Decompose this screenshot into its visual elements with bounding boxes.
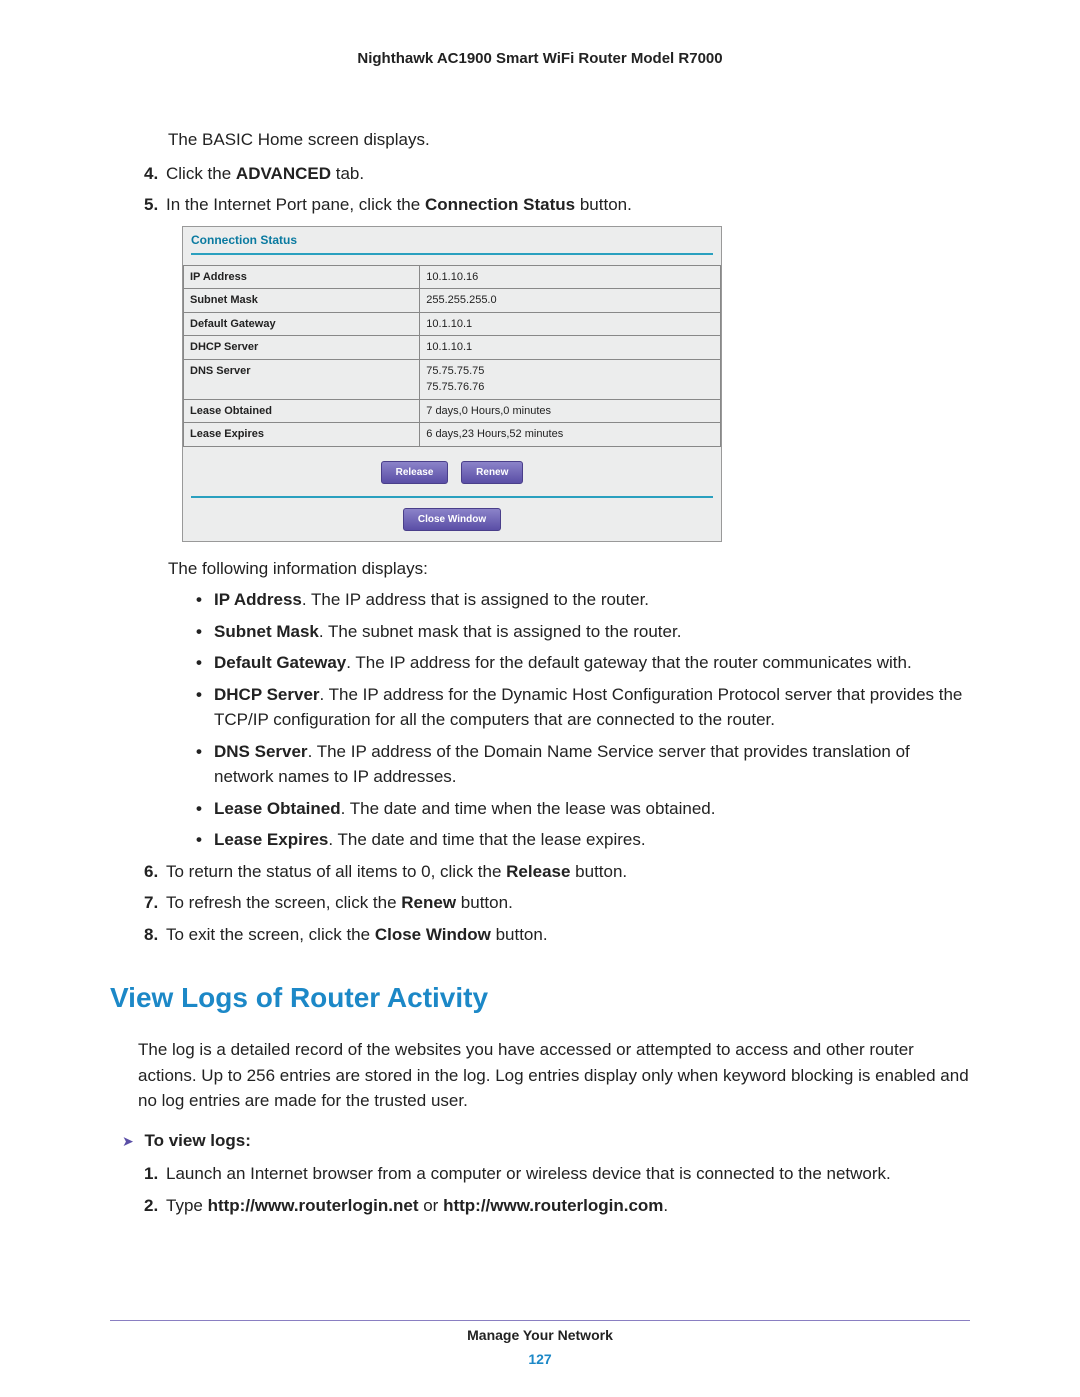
bullet-item: •Lease Obtained. The date and time when …: [196, 796, 970, 822]
table-row: DHCP Server10.1.10.1: [184, 336, 721, 360]
table-row: Subnet Mask255.255.255.0: [184, 289, 721, 313]
row-value: 10.1.10.1: [420, 336, 721, 360]
row-value: 255.255.255.0: [420, 289, 721, 313]
bullet-item: •DHCP Server. The IP address for the Dyn…: [196, 682, 970, 733]
numbered-step: 1.Launch an Internet browser from a comp…: [144, 1161, 970, 1187]
connection-status-dialog: Connection Status IP Address10.1.10.16Su…: [182, 226, 722, 542]
release-button[interactable]: Release: [381, 461, 449, 484]
numbered-step: 8.To exit the screen, click the Close Wi…: [144, 922, 970, 948]
row-label: Lease Expires: [184, 423, 420, 447]
divider: [191, 253, 713, 255]
section-heading: View Logs of Router Activity: [110, 977, 970, 1019]
footer-section: Manage Your Network: [0, 1327, 1080, 1343]
row-label: DHCP Server: [184, 336, 420, 360]
bullet-item: •Subnet Mask. The subnet mask that is as…: [196, 619, 970, 645]
row-label: Lease Obtained: [184, 399, 420, 423]
bullet-item: •DNS Server. The IP address of the Domai…: [196, 739, 970, 790]
numbered-step: 7.To refresh the screen, click the Renew…: [144, 890, 970, 916]
document-header: Nighthawk AC1900 Smart WiFi Router Model…: [110, 50, 970, 67]
row-label: Subnet Mask: [184, 289, 420, 313]
row-value: 7 days,0 Hours,0 minutes: [420, 399, 721, 423]
renew-button[interactable]: Renew: [461, 461, 523, 484]
row-label: Default Gateway: [184, 312, 420, 336]
table-row: Default Gateway10.1.10.1: [184, 312, 721, 336]
numbered-step: 6.To return the status of all items to 0…: [144, 859, 970, 885]
arrow-icon: ➤: [122, 1133, 134, 1149]
bullet-item: •Default Gateway. The IP address for the…: [196, 650, 970, 676]
intro-text: The BASIC Home screen displays.: [168, 127, 970, 153]
dialog-title: Connection Status: [183, 227, 721, 251]
bullet-item: •Lease Expires. The date and time that t…: [196, 827, 970, 853]
sub-heading: ➤ To view logs:: [122, 1128, 970, 1154]
logs-paragraph: The log is a detailed record of the webs…: [138, 1037, 970, 1114]
numbered-step: 4.Click the ADVANCED tab.: [144, 161, 970, 187]
row-label: DNS Server: [184, 359, 420, 399]
sub-heading-text: To view logs:: [144, 1131, 250, 1150]
numbered-step: 5.In the Internet Port pane, click the C…: [144, 192, 970, 218]
table-row: Lease Expires6 days,23 Hours,52 minutes: [184, 423, 721, 447]
status-table: IP Address10.1.10.16Subnet Mask255.255.2…: [183, 265, 721, 447]
close-window-button[interactable]: Close Window: [403, 508, 501, 531]
row-value: 75.75.75.75 75.75.76.76: [420, 359, 721, 399]
info-intro: The following information displays:: [168, 556, 970, 582]
row-label: IP Address: [184, 265, 420, 289]
numbered-step: 2.Type http://www.routerlogin.net or htt…: [144, 1193, 970, 1219]
row-value: 10.1.10.1: [420, 312, 721, 336]
table-row: IP Address10.1.10.16: [184, 265, 721, 289]
table-row: DNS Server75.75.75.75 75.75.76.76: [184, 359, 721, 399]
row-value: 10.1.10.16: [420, 265, 721, 289]
bullet-item: •IP Address. The IP address that is assi…: [196, 587, 970, 613]
table-row: Lease Obtained7 days,0 Hours,0 minutes: [184, 399, 721, 423]
row-value: 6 days,23 Hours,52 minutes: [420, 423, 721, 447]
footer-page-number: 127: [0, 1351, 1080, 1367]
footer-divider: [110, 1320, 970, 1321]
